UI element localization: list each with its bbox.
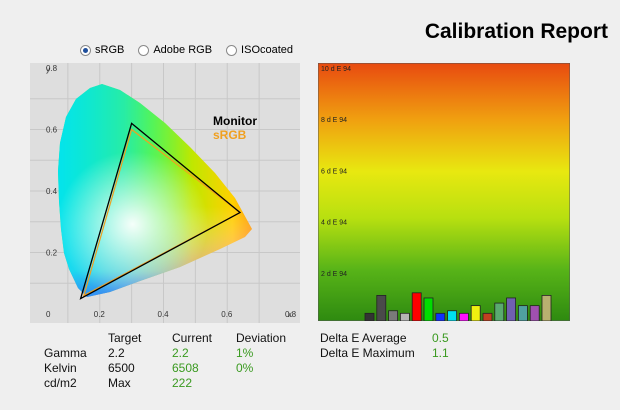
bar-y-tick-label: 4 d E 94	[321, 220, 347, 227]
row-current: 2.2	[172, 346, 189, 360]
delta-e-bar	[447, 310, 458, 321]
delta-e-bar	[411, 292, 422, 321]
y-tick-label: 0.6	[46, 126, 58, 135]
legend-srgb: sRGB	[213, 128, 247, 142]
radio-unselected-icon	[138, 44, 150, 56]
bar-y-tick-label: 6 d E 94	[321, 168, 347, 175]
delta-e-maximum-label: Delta E Maximum	[320, 346, 415, 360]
delta-e-maximum-value: 1.1	[432, 346, 449, 360]
cie-chromaticity-chart: 0 0.2 0.4 0.6 0.8 0.80.60.40.2 x y Monitor s…	[30, 63, 300, 323]
delta-e-bar	[529, 305, 540, 321]
header-deviation: Deviation	[236, 331, 287, 345]
row-target: Max	[108, 376, 131, 390]
report-title: Calibration Report	[424, 20, 608, 43]
y-axis-label: y	[46, 65, 50, 74]
delta-e-average-label: Delta E Average	[320, 331, 407, 345]
row-deviation: 1%	[236, 346, 254, 360]
delta-e-bar	[541, 294, 552, 321]
delta-e-bar	[494, 302, 505, 321]
radio-adobe-rgb[interactable]: Adobe RGB	[138, 44, 212, 56]
x-axis-label: x	[288, 310, 292, 319]
radio-label: ISOcoated	[241, 44, 294, 56]
radio-unselected-icon	[226, 44, 238, 56]
delta-e-bar	[400, 312, 410, 321]
delta-e-bar	[376, 294, 387, 321]
radio-isocoated[interactable]: ISOcoated	[226, 44, 293, 56]
row-current: 222	[172, 376, 193, 390]
row-label: cd/m2	[44, 376, 77, 390]
delta-e-bar	[364, 312, 375, 321]
header-target: Target	[108, 331, 142, 345]
delta-e-average-value: 0.5	[432, 331, 449, 345]
delta-e-bar	[506, 297, 517, 321]
delta-e-bar	[470, 305, 481, 321]
gamut-selector: sRGB Adobe RGB ISOcoated	[80, 44, 293, 56]
x-tick-label: 0	[46, 310, 51, 319]
header-current: Current	[172, 331, 213, 345]
radio-label: sRGB	[95, 44, 125, 56]
row-label: Kelvin	[44, 361, 77, 375]
bar-y-tick-label: 8 d E 94	[321, 117, 347, 124]
bar-y-tick-label: 10 d E 94	[321, 66, 351, 73]
radio-srgb[interactable]: sRGB	[80, 44, 124, 56]
legend-monitor: Monitor	[213, 114, 257, 128]
x-tick-label: 0.4	[158, 310, 170, 319]
x-tick-label: 0.2	[94, 310, 106, 319]
delta-e-bar	[423, 297, 434, 321]
delta-e-bar	[388, 310, 398, 321]
delta-e-bar	[435, 312, 446, 321]
row-target: 6500	[108, 361, 135, 375]
bar-chart-background	[318, 63, 570, 321]
row-deviation: 0%	[236, 361, 254, 375]
row-target: 2.2	[108, 346, 125, 360]
radio-selected-icon	[80, 44, 91, 56]
delta-e-bar	[517, 305, 528, 321]
radio-label: Adobe RGB	[153, 44, 213, 56]
row-label: Gamma	[44, 346, 87, 360]
delta-e-bar-chart: 10 d E 94 8 d E 94 6 d E 94 4 d E 94 2 d E 9…	[318, 63, 570, 321]
y-tick-label: 0.4	[46, 187, 58, 196]
delta-e-bar	[482, 312, 493, 321]
y-tick-label: 0.2	[46, 249, 58, 258]
delta-e-bar	[458, 312, 469, 321]
row-current: 6508	[172, 361, 199, 375]
x-tick-label: 0.6	[221, 310, 233, 319]
bar-y-tick-label: 2 d E 94	[321, 271, 347, 278]
